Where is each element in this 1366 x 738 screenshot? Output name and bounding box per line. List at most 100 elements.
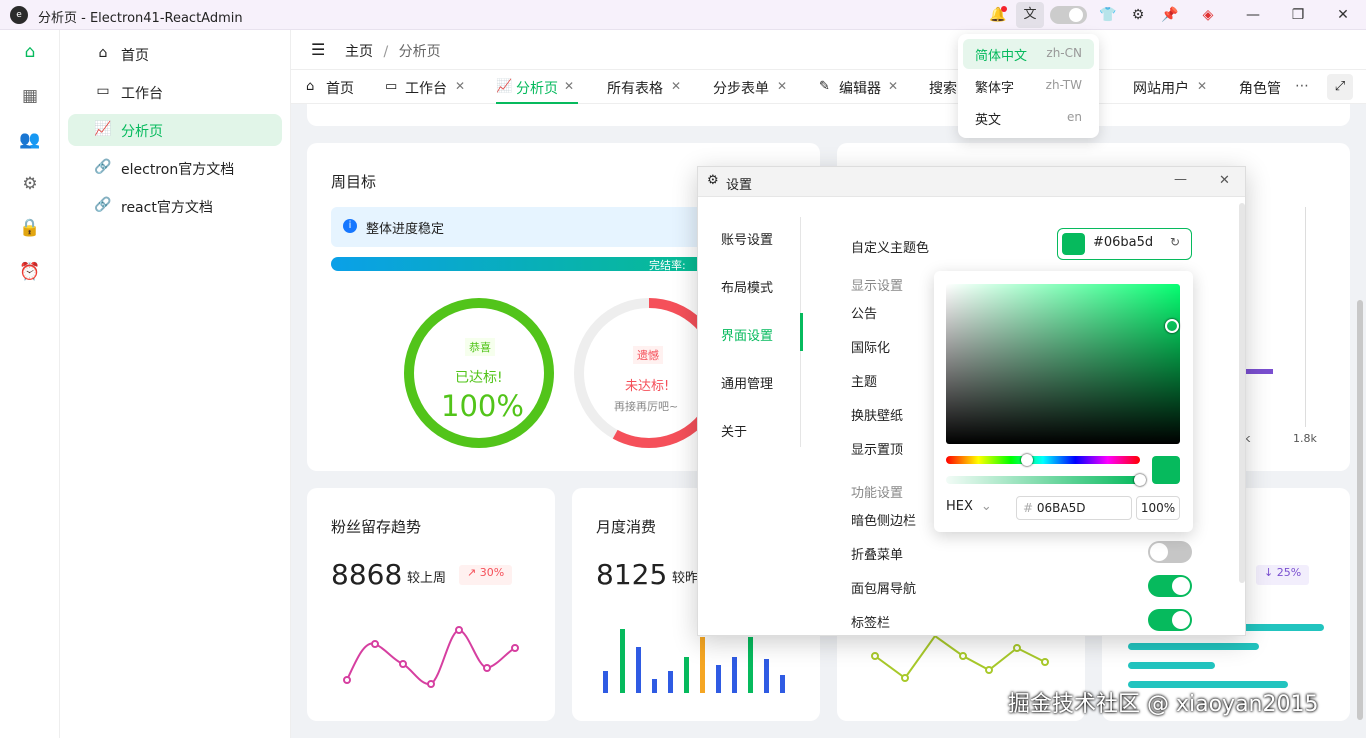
menu-fold-icon[interactable]: ☰ xyxy=(311,40,325,59)
color-preview xyxy=(1152,456,1180,484)
settings-nav-general[interactable]: 通用管理 xyxy=(721,373,773,392)
ring1-status: 已达标! xyxy=(455,370,503,386)
tab-home[interactable]: ⌂ 首页 xyxy=(306,70,370,104)
alarm-icon[interactable]: ⏰ xyxy=(18,260,42,284)
header: ☰ 主页 / 分析页 xyxy=(291,30,1366,70)
users-icon[interactable]: 👥 xyxy=(18,128,42,152)
setting-theme: 主题 xyxy=(851,375,878,390)
setting-i18n: 国际化 xyxy=(851,341,891,356)
saturation-panel[interactable] xyxy=(946,284,1180,444)
info-icon: i xyxy=(343,219,357,233)
link-icon: 🔗 xyxy=(94,159,112,175)
close-icon[interactable]: ✕ xyxy=(671,79,681,93)
monitor-icon: ▭ xyxy=(385,79,398,94)
tab-label: 首页 xyxy=(326,81,354,97)
close-icon[interactable]: ✕ xyxy=(777,79,787,93)
maximize-icon[interactable]: ❐ xyxy=(1288,5,1308,25)
card-title: 月度消费 xyxy=(596,518,657,536)
tabs-toggle[interactable] xyxy=(1148,609,1192,631)
settings-nav-account[interactable]: 账号设置 xyxy=(721,229,773,248)
sidebar-item-workbench[interactable]: ▭ 工作台 xyxy=(68,76,282,108)
format-value: HEX xyxy=(946,499,973,514)
theme-color-value: #06ba5d xyxy=(1093,235,1154,250)
sidebar-item-analysis[interactable]: 📈 分析页 xyxy=(68,114,282,146)
settings-nav-layout[interactable]: 布局模式 xyxy=(721,277,773,296)
breadcrumb: 主页 / 分析页 xyxy=(345,41,441,61)
chart-line-icon: 📈 xyxy=(496,79,513,94)
home-icon: ⌂ xyxy=(98,45,108,61)
lang-item-zh-cn[interactable]: 简体中文 zh-CN xyxy=(963,39,1094,69)
fans-sparkline xyxy=(343,626,519,688)
chevron-down-icon: ⌄ xyxy=(980,499,992,514)
lang-item-en[interactable]: 英文 en xyxy=(963,103,1094,133)
change-badge: ↓ 25% xyxy=(1256,565,1310,585)
alpha-input[interactable]: 100% xyxy=(1136,496,1180,520)
minimize-icon[interactable]: — xyxy=(1174,172,1187,187)
translate-icon[interactable]: 文 xyxy=(1016,2,1044,28)
chart-tick-label: 1.8k xyxy=(1293,432,1317,445)
lock-icon[interactable]: 🔒 xyxy=(18,216,42,240)
tab-analysis[interactable]: 📈 分析页 ✕ xyxy=(496,70,578,104)
monitor-icon: ▭ xyxy=(96,83,110,99)
theme-color-field[interactable]: #06ba5d ↻ xyxy=(1057,228,1192,260)
tab-all-tables[interactable]: 所有表格 ✕ xyxy=(607,70,683,104)
alpha-slider[interactable] xyxy=(946,474,1146,486)
tab-label: 工作台 xyxy=(405,81,447,97)
theme-color-label: 自定义主题色 xyxy=(851,241,930,256)
home-icon[interactable]: ⌂ xyxy=(18,40,42,64)
dialog-scrollbar[interactable] xyxy=(1239,203,1245,583)
react-icon[interactable]: ◈ xyxy=(1198,5,1218,25)
tab-step-form[interactable]: 分步表单 ✕ xyxy=(713,70,789,104)
close-icon[interactable]: ✕ xyxy=(564,79,574,93)
close-icon[interactable]: ✕ xyxy=(455,79,465,93)
lang-item-zh-tw[interactable]: 繁体字 zh-TW xyxy=(963,71,1094,101)
format-select[interactable]: HEX ⌄ xyxy=(946,499,1006,519)
breadcrumb-root[interactable]: 主页 xyxy=(345,44,373,60)
sidebar-item-react-docs[interactable]: 🔗 react官方文档 xyxy=(68,190,282,222)
close-icon[interactable]: ✕ xyxy=(1219,173,1230,188)
change-value: 25% xyxy=(1276,566,1302,579)
pin-icon[interactable]: 📌 xyxy=(1160,5,1180,25)
hex-input[interactable]: # 06BA5D xyxy=(1016,496,1132,520)
reset-icon[interactable]: ↻ xyxy=(1170,235,1180,249)
theme-toggle[interactable] xyxy=(1050,6,1087,24)
close-icon[interactable]: ✕ xyxy=(1333,5,1353,25)
page-scrollbar[interactable] xyxy=(1357,300,1363,720)
breadcrumb-toggle[interactable] xyxy=(1148,575,1192,597)
alpha-handle[interactable] xyxy=(1134,474,1146,486)
tab-workbench[interactable]: ▭ 工作台 ✕ xyxy=(385,70,469,104)
gear-icon[interactable]: ⚙ xyxy=(1128,5,1148,25)
setting-wallpaper: 换肤壁纸 xyxy=(851,409,904,424)
sidebar-item-electron-docs[interactable]: 🔗 electron官方文档 xyxy=(68,152,282,184)
trend-down-icon: ↓ xyxy=(1264,566,1277,579)
chart-bar xyxy=(1245,369,1273,374)
settings-nav-about[interactable]: 关于 xyxy=(721,421,747,440)
h-bar xyxy=(1128,662,1215,669)
sidebar-item-home[interactable]: ⌂ 首页 xyxy=(68,38,282,70)
bell-icon[interactable]: 🔔 xyxy=(988,5,1008,25)
function-group-title: 功能设置 xyxy=(851,486,904,501)
tab-roles[interactable]: 角色管 xyxy=(1239,70,1283,104)
close-icon[interactable]: ✕ xyxy=(888,79,898,93)
lang-name: 繁体字 xyxy=(975,81,1015,96)
home-icon: ⌂ xyxy=(306,79,315,94)
tab-label: 分析页 xyxy=(516,81,558,97)
tab-search[interactable]: 搜索 xyxy=(929,70,959,104)
tab-site-users[interactable]: 网站用户 ✕ xyxy=(1133,70,1209,104)
fail-tag: 遗憾 xyxy=(633,346,663,364)
tab-editor[interactable]: ✎ 编辑器 ✕ xyxy=(819,70,899,104)
more-tabs-icon[interactable]: ⋯ xyxy=(1295,78,1309,94)
close-icon[interactable]: ✕ xyxy=(1197,79,1207,93)
fullscreen-icon[interactable]: ⤢ xyxy=(1327,74,1353,100)
collapse-menu-toggle[interactable] xyxy=(1148,541,1192,563)
minimize-icon[interactable]: — xyxy=(1243,5,1263,25)
hue-slider[interactable] xyxy=(946,454,1140,466)
settings-nav-interface[interactable]: 界面设置 xyxy=(721,325,773,344)
change-value: 30% xyxy=(479,566,505,579)
saturation-handle[interactable] xyxy=(1165,319,1179,333)
hue-handle[interactable] xyxy=(1021,454,1033,466)
apps-icon[interactable]: ▦ xyxy=(18,84,42,108)
title-bar: e 分析页 - Electron41-ReactAdmin 🔔 文 👕 ⚙ 📌 … xyxy=(0,0,1366,30)
settings-icon[interactable]: ⚙ xyxy=(18,172,42,196)
shirt-icon[interactable]: 👕 xyxy=(1098,5,1118,25)
